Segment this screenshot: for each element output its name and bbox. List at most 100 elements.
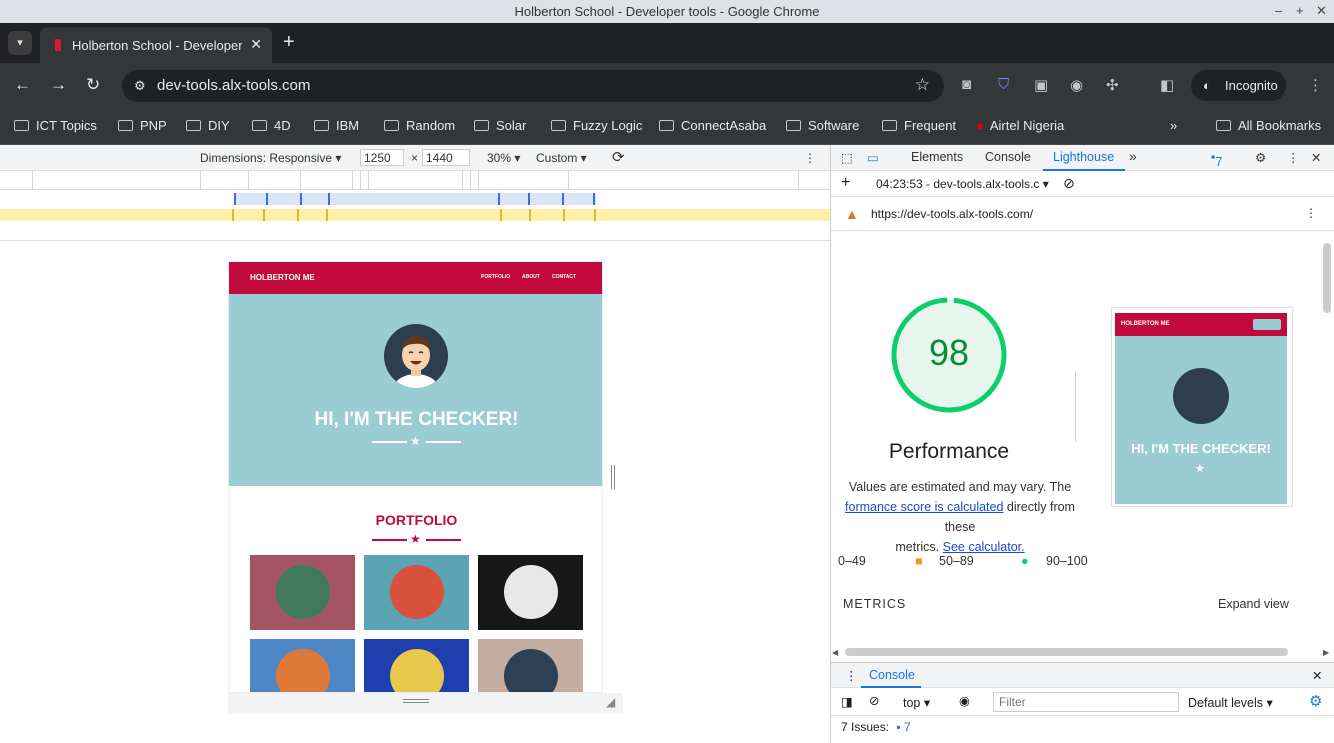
extension-icon[interactable]: ▣	[1034, 76, 1048, 94]
nav-portfolio[interactable]: PORTFOLIO	[481, 274, 510, 280]
calculator-link[interactable]: See calculator.	[943, 540, 1025, 554]
window-title: Holberton School - Developer tools - Goo…	[514, 4, 820, 19]
horizontal-scrollbar[interactable]	[845, 648, 1288, 656]
record-icon[interactable]: ◉	[1070, 76, 1083, 94]
drawer-tab-console[interactable]: Console	[869, 668, 915, 682]
tab-elements[interactable]: Elements	[911, 150, 963, 164]
bookmark-ict-topics[interactable]: ICT Topics	[14, 115, 97, 137]
favicon-icon	[55, 39, 61, 51]
drawer-menu-icon[interactable]: ⋮	[845, 668, 858, 683]
live-expression-icon[interactable]: ◉	[959, 693, 970, 708]
tab-label: Holberton School - Developer	[72, 38, 242, 53]
sidebar-toggle-icon[interactable]: ◨	[841, 694, 853, 709]
dimensions-select[interactable]: Dimensions: Responsive ▾	[200, 151, 341, 165]
clear-icon[interactable]: ⊘	[1063, 175, 1075, 192]
inspect-icon[interactable]: ⬚	[841, 150, 853, 165]
bookmark-random[interactable]: Random	[384, 115, 455, 137]
nav-about[interactable]: ABOUT	[522, 274, 540, 280]
settings-icon[interactable]: ⚙	[1255, 150, 1266, 165]
report-select[interactable]: 04:23:53 - dev-tools.alx-tools.c ▾	[876, 177, 1049, 191]
bookmark-solar[interactable]: Solar	[474, 115, 526, 137]
expand-view-toggle[interactable]: Expand view	[1218, 597, 1289, 611]
bookmark-airtel-nigeria[interactable]: ● Airtel Nigeria	[976, 115, 1064, 137]
bookmark-label: Fuzzy Logic	[573, 118, 643, 133]
folder-icon	[314, 120, 329, 131]
side-panel-icon[interactable]: ◧	[1160, 76, 1174, 94]
bookmarks-overflow[interactable]: »	[1170, 115, 1177, 137]
zoom-select[interactable]: 30% ▾	[487, 151, 520, 165]
maximize-icon[interactable]: +	[1296, 3, 1304, 18]
tab-lighthouse[interactable]: Lighthouse	[1053, 150, 1114, 164]
scroll-left-icon[interactable]: ◀	[832, 648, 842, 658]
bookmark-4d[interactable]: 4D	[252, 115, 291, 137]
report-menu-icon[interactable]: ⋮	[1305, 206, 1317, 220]
bookmark-software[interactable]: Software	[786, 115, 859, 137]
device-toggle-icon[interactable]: ▭	[867, 150, 879, 165]
min-max-media-bar[interactable]	[0, 209, 830, 221]
close-devtools-icon[interactable]: ✕	[1311, 150, 1321, 165]
bookmark-connectasaba[interactable]: ConnectAsaba	[659, 115, 766, 137]
portfolio-tile-circus[interactable]	[478, 555, 583, 630]
bookmark-ibm[interactable]: IBM	[314, 115, 359, 137]
width-input[interactable]: 1250	[360, 149, 404, 166]
bookmark-fuzzy-logic[interactable]: Fuzzy Logic	[551, 115, 642, 137]
more-tabs-icon[interactable]: »	[1129, 148, 1137, 164]
max-width-media-bar[interactable]	[234, 193, 596, 205]
shield-icon[interactable]: ⛉	[998, 76, 1009, 93]
portfolio-tile-safe[interactable]	[364, 639, 469, 692]
bookmarks-bar: ICT Topics PNP DIY 4D IBM Random Solar F…	[0, 108, 1334, 145]
close-tab-icon[interactable]: ✕	[250, 36, 262, 53]
report-url[interactable]: https://dev-tools.alx-tools.com/	[871, 207, 1033, 221]
portfolio-tile-gamepad[interactable]	[250, 639, 355, 692]
height-resize-handle[interactable]	[228, 693, 623, 713]
tab-search-icon[interactable]: ▾	[8, 31, 32, 55]
context-select[interactable]: top ▾	[903, 695, 930, 710]
site-info-icon[interactable]: ⚙	[134, 78, 146, 94]
devtools-menu-icon[interactable]: ⋮	[1287, 150, 1300, 165]
throttle-select[interactable]: Custom ▾	[536, 151, 587, 165]
address-bar[interactable]: ⚙ dev-tools.alx-tools.com ☆	[122, 70, 944, 102]
device-more-icon[interactable]: ⋮	[804, 151, 816, 165]
close-drawer-icon[interactable]: ✕	[1312, 668, 1322, 683]
portfolio-tile-submarine[interactable]	[478, 639, 583, 692]
folder-icon	[659, 120, 674, 131]
corner-resize-icon[interactable]: ◢	[606, 695, 615, 709]
site-brand[interactable]: HOLBERTON ME	[250, 273, 315, 282]
new-report-icon[interactable]: +	[841, 174, 850, 192]
issues-badge[interactable]: ▪ 7	[1211, 150, 1222, 169]
clear-console-icon[interactable]: ⊘	[869, 693, 879, 708]
rotate-icon[interactable]: ⟳	[612, 148, 625, 166]
reload-icon[interactable]: ↻	[86, 75, 100, 95]
bookmark-pnp[interactable]: PNP	[118, 115, 167, 137]
console-filter-input[interactable]	[993, 692, 1179, 712]
height-input[interactable]: 1440	[422, 149, 470, 166]
new-tab-icon[interactable]: +	[283, 31, 295, 54]
minimize-icon[interactable]: –	[1275, 3, 1282, 18]
device-viewport[interactable]: HOLBERTON ME PORTFOLIO ABOUT CONTACT HI,…	[228, 261, 603, 693]
scroll-right-icon[interactable]: ▶	[1323, 648, 1329, 657]
nav-contact[interactable]: CONTACT	[552, 274, 576, 280]
portfolio-tile-cake[interactable]	[364, 555, 469, 630]
close-window-icon[interactable]: ✕	[1316, 3, 1327, 19]
console-settings-icon[interactable]: ⚙	[1309, 692, 1322, 710]
bookmark-frequent[interactable]: Frequent	[882, 115, 956, 137]
incognito-button[interactable]: ◐ Incognito	[1191, 70, 1286, 101]
puzzle-icon[interactable]: ✣	[1106, 76, 1119, 94]
all-bookmarks[interactable]: All Bookmarks	[1216, 115, 1321, 137]
browser-tab[interactable]: Holberton School - Developer ✕	[40, 27, 272, 63]
back-icon[interactable]: ←	[14, 75, 31, 95]
portfolio-tile-cabin[interactable]	[250, 555, 355, 630]
issues-count: 7	[1215, 155, 1223, 169]
score-calc-link[interactable]: formance score is calculated	[845, 500, 1003, 514]
bookmark-star-icon[interactable]: ☆	[915, 75, 930, 95]
log-levels-select[interactable]: Default levels ▾	[1188, 695, 1273, 710]
tab-console[interactable]: Console	[985, 150, 1031, 164]
menu-icon[interactable]: ⋮	[1308, 76, 1323, 94]
page-screenshot-thumbnail[interactable]: HOLBERTON ME HI, I'M THE CHECKER! ★	[1111, 307, 1293, 507]
console-issues[interactable]: 7 Issues: ▪ 7	[841, 720, 911, 734]
forward-icon[interactable]: →	[50, 75, 67, 95]
bookmark-diy[interactable]: DIY	[186, 115, 230, 137]
camera-icon[interactable]: ◙	[962, 76, 971, 93]
vertical-scrollbar[interactable]	[1323, 243, 1331, 313]
width-resize-handle[interactable]	[611, 465, 615, 489]
